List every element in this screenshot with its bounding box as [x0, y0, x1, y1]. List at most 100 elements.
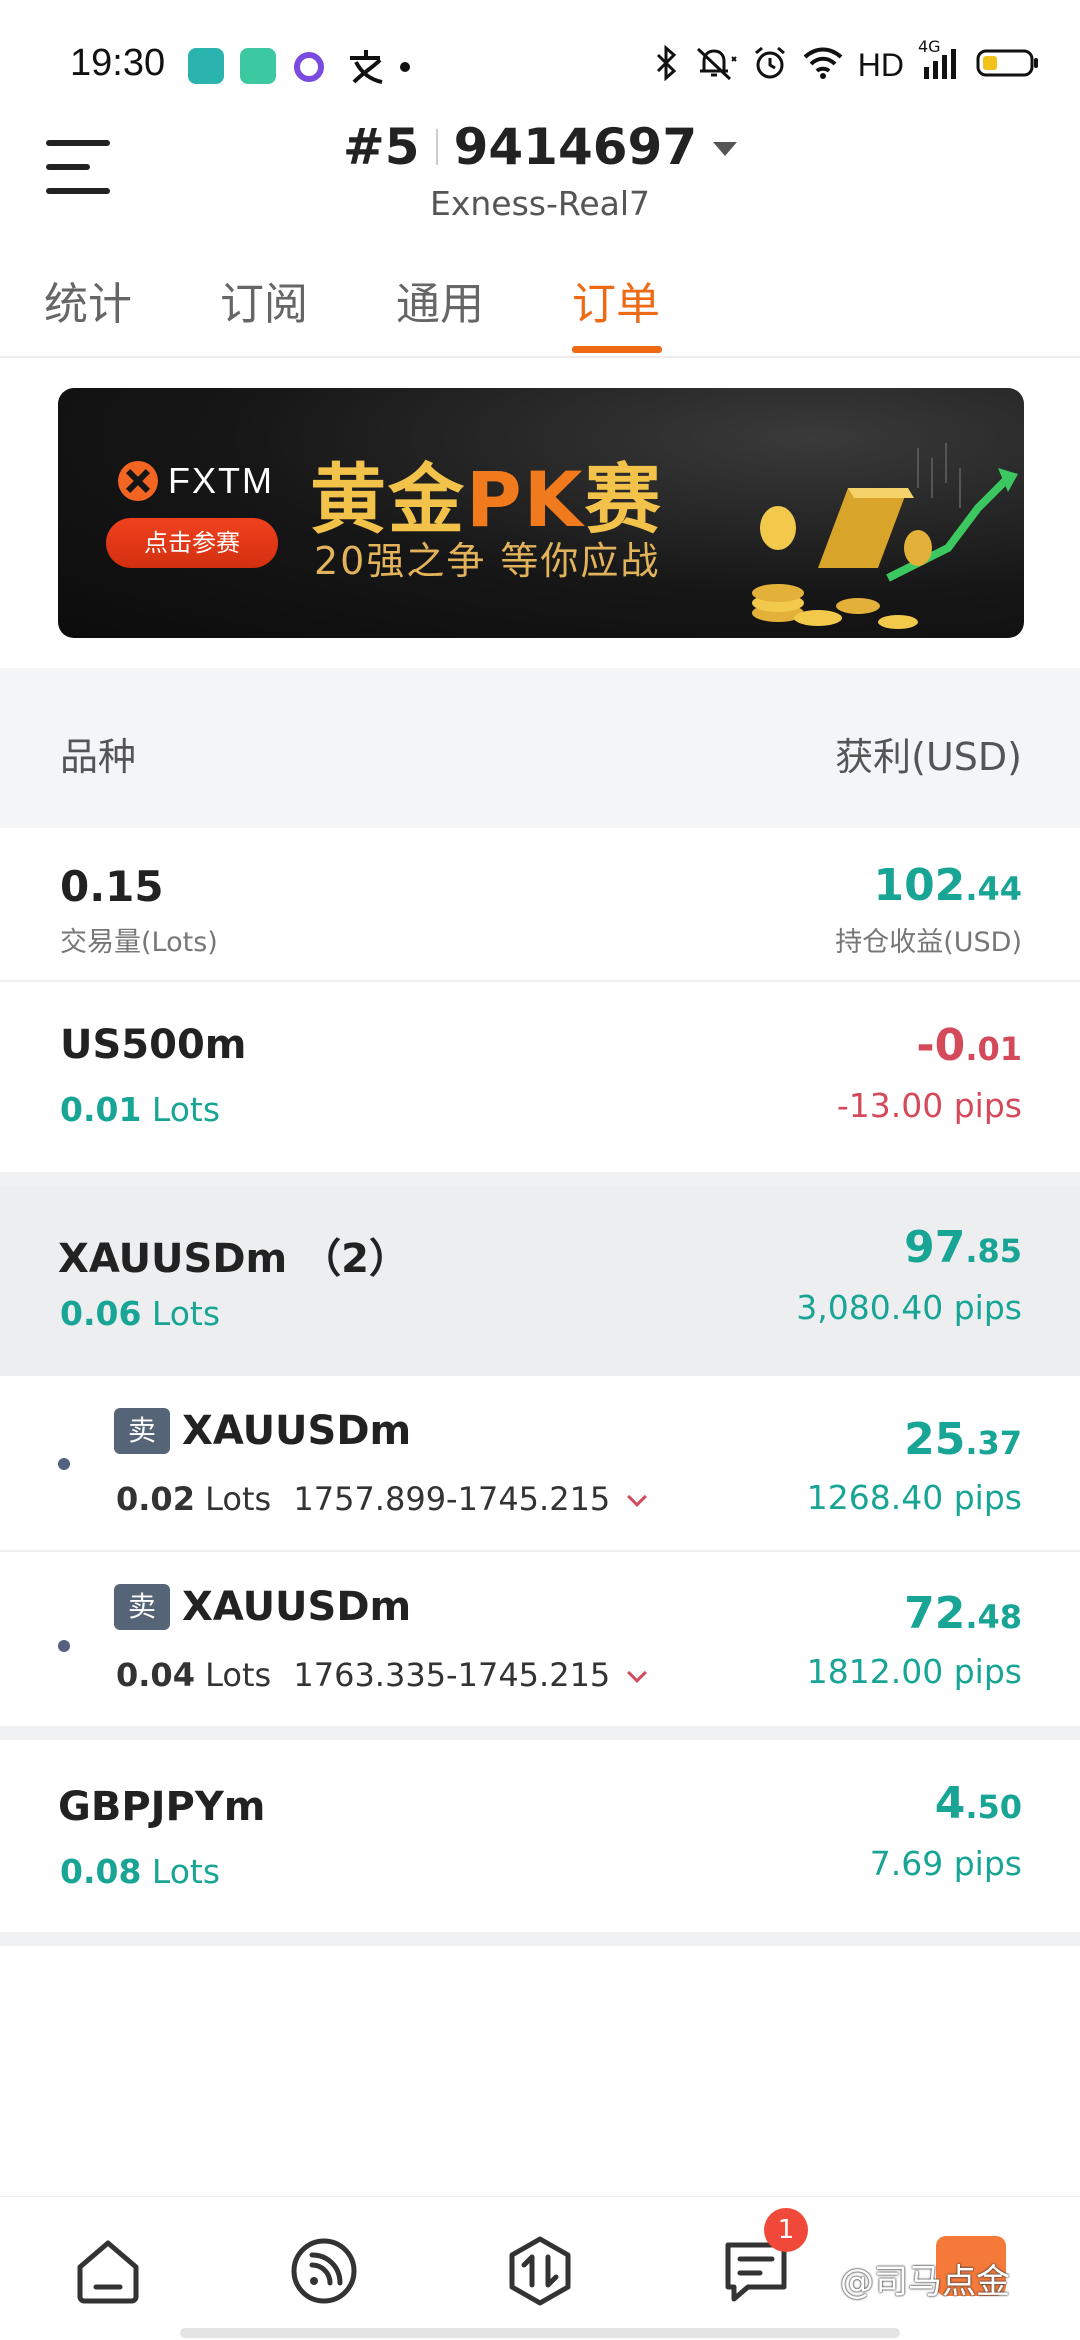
order-details: 0.02 Lots 1757.899-1745.215 [116, 1480, 648, 1518]
server-name: Exness-Real7 [429, 184, 651, 223]
list-header: 品种 获利(USD) [0, 668, 1080, 828]
fxtm-mark-icon [118, 461, 158, 501]
banner-subtitle: 20强之争 等你应战 [314, 539, 661, 583]
position-pl-dec: .01 [965, 1030, 1022, 1068]
lots-unit: Lots [151, 1852, 221, 1891]
position-row-us500m[interactable]: US500m 0.01 Lots -0.01 -13.00 pips [0, 982, 1080, 1172]
chevron-down-icon[interactable] [627, 1663, 648, 1683]
position-lots: 0.01 Lots [60, 1090, 220, 1129]
boss-app-icon [188, 48, 224, 84]
account-separator [435, 129, 438, 165]
battery-icon [976, 45, 1040, 85]
promo-banner[interactable]: FXTM 点击参赛 黄金PK赛 20强之争 等你应战 [58, 388, 1024, 638]
position-pl-int: -0 [916, 1020, 966, 1071]
order-row[interactable]: 卖 XAUUSDm 0.02 Lots 1757.899-1745.215 25.… [0, 1376, 1080, 1550]
order-pips: 1268.40 pips [806, 1478, 1022, 1517]
fxtm-brand: FXTM [168, 460, 274, 501]
position-symbol: GBPJPYm [58, 1784, 266, 1830]
gold-coins-illustration [752, 443, 1018, 629]
fxtm-logo: FXTM [118, 460, 274, 502]
position-pips: -13.00 pips [836, 1086, 1022, 1125]
position-row-gbpjpym[interactable]: GBPJPYm 0.08 Lots 4.50 7.69 pips [0, 1740, 1080, 1932]
signal-feed-icon[interactable] [288, 2235, 360, 2307]
total-profit-dec: .44 [965, 870, 1022, 908]
position-pl: -0.01 [916, 1020, 1022, 1071]
order-symbol: XAUUSDm [182, 1584, 412, 1630]
position-pl-int: 97 [904, 1222, 966, 1273]
total-volume: 0.15 [60, 862, 164, 911]
order-pl-dec: .48 [965, 1598, 1022, 1636]
wifi-icon [802, 45, 844, 85]
network-type: HD [857, 46, 904, 83]
position-lots: 0.08 Lots [60, 1852, 220, 1891]
position-pl-dec: .50 [965, 1788, 1022, 1826]
account-number: 9414697 [453, 118, 698, 176]
order-symbol: XAUUSDm [182, 1408, 412, 1454]
tab-general[interactable]: 通用 [396, 268, 484, 332]
profit-label: 持仓收益(USD) [835, 927, 1022, 958]
home-indicator[interactable] [180, 2328, 900, 2338]
signal-icon: 4G [918, 37, 962, 85]
sell-badge: 卖 [114, 1584, 170, 1630]
alipay-icon [346, 48, 386, 84]
lots-unit: Lots [151, 1090, 221, 1129]
position-group-xauusdm[interactable]: XAUUSDm （2） 0.06 Lots 97.85 3,080.40 pip… [0, 1186, 1080, 1376]
account-selector[interactable]: #5 9414697 [0, 118, 1080, 176]
caret-down-icon [713, 142, 738, 156]
position-pl-int: 4 [934, 1778, 966, 1829]
status-time: 19:30 [70, 42, 166, 84]
position-lots: 0.06 Lots [60, 1294, 220, 1333]
mute-icon [694, 45, 738, 85]
sell-badge: 卖 [114, 1408, 170, 1454]
position-pl: 97.85 [904, 1222, 1022, 1273]
tab-statistics[interactable]: 统计 [44, 268, 132, 332]
bluetooth-icon [652, 44, 680, 85]
total-profit-int: 102 [873, 860, 966, 911]
watermark: @司马点金 [840, 2262, 1010, 2302]
status-bar: 19:30 HD 4G [0, 0, 1080, 130]
summary-row: 0.15 交易量(Lots) 102.44 持仓收益(USD) [0, 828, 1080, 980]
phone-app-icon [240, 48, 276, 84]
order-pl: 25.37 [904, 1414, 1022, 1465]
position-pips: 7.69 pips [869, 1844, 1022, 1883]
order-prices: 1757.899-1745.215 [293, 1480, 611, 1518]
section-gap [0, 1172, 1080, 1186]
volume-label: 交易量(Lots) [60, 927, 218, 958]
trade-icon[interactable] [504, 2235, 576, 2307]
lots-value: 0.01 [60, 1090, 142, 1129]
order-details: 0.04 Lots 1763.335-1745.215 [116, 1656, 648, 1694]
tab-bar: 统计 订阅 通用 订单 [0, 262, 1080, 358]
active-tab-indicator [572, 346, 662, 353]
header-symbol: 品种 [60, 735, 137, 779]
order-prices: 1763.335-1745.215 [293, 1656, 611, 1694]
order-pl: 72.48 [904, 1588, 1022, 1639]
order-pl-int: 25 [904, 1414, 966, 1465]
header-profit: 获利(USD) [835, 735, 1022, 779]
order-lots: 0.04 [116, 1656, 195, 1694]
order-dot [58, 1640, 70, 1652]
tab-orders[interactable]: 订单 [572, 268, 660, 332]
order-pl-dec: .37 [965, 1424, 1022, 1462]
home-icon[interactable] [72, 2235, 144, 2307]
lots-value: 0.06 [60, 1294, 142, 1333]
total-profit: 102.44 [873, 860, 1022, 911]
chevron-down-icon[interactable] [627, 1487, 648, 1507]
order-lots-unit: Lots [205, 1656, 272, 1694]
order-title: 卖 XAUUSDm [114, 1584, 411, 1630]
assistant-app-icon [294, 52, 324, 82]
notification-dot [400, 62, 410, 72]
account-prefix: #5 [342, 118, 420, 176]
lots-unit: Lots [151, 1294, 221, 1333]
orders-badge: 1 [764, 2208, 808, 2252]
signal-label: 4G [918, 37, 941, 56]
order-row[interactable]: 卖 XAUUSDm 0.04 Lots 1763.335-1745.215 72.… [0, 1552, 1080, 1726]
order-dot [58, 1458, 70, 1470]
order-pl-int: 72 [904, 1588, 966, 1639]
section-gap [0, 1932, 1080, 1946]
tab-subscribe[interactable]: 订阅 [220, 268, 308, 332]
position-pl: 4.50 [935, 1778, 1022, 1829]
join-contest-button[interactable]: 点击参赛 [106, 518, 278, 568]
lots-value: 0.08 [60, 1852, 142, 1891]
position-symbol: US500m [60, 1022, 247, 1068]
order-title: 卖 XAUUSDm [114, 1408, 411, 1454]
